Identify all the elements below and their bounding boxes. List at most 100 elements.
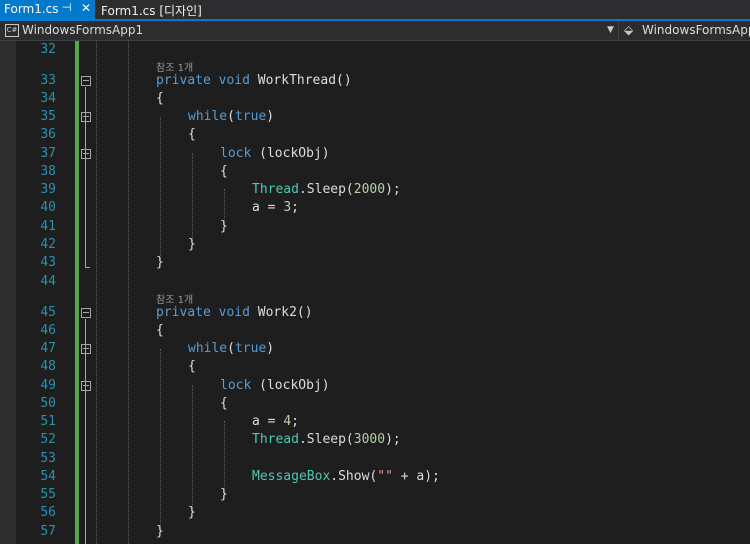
line-number: 45: [40, 305, 56, 320]
code-line: 40 a = 3;: [0, 199, 750, 217]
method-call: .Sleep(: [298, 182, 354, 197]
collapse-toggle[interactable]: [81, 76, 91, 86]
type-name: MessageBox: [252, 469, 331, 484]
pin-icon[interactable]: ⊣: [62, 1, 72, 14]
code-text: private void WorkThread(): [156, 72, 352, 90]
type-name: Thread: [252, 432, 299, 447]
line-number: 41: [40, 219, 56, 234]
code-line: 48 {: [0, 358, 750, 376]
code-editor[interactable]: 32 참조 1개 33 private void WorkThread() 34…: [0, 41, 750, 544]
code-line: 44: [0, 273, 750, 291]
punctuation: );: [385, 182, 401, 197]
keyword: true: [234, 109, 267, 124]
tab-form1-design[interactable]: Form1.cs [디자인]: [101, 2, 202, 19]
code-line: 43 }: [0, 254, 750, 272]
code-text: MessageBox.Show("" + a);: [252, 468, 440, 486]
collapse-toggle[interactable]: [81, 381, 91, 391]
line-number: 33: [40, 73, 56, 88]
line-number: 42: [40, 237, 56, 252]
code-line: 49 lock (lockObj): [0, 377, 750, 395]
punctuation: ): [266, 341, 275, 356]
assignment: a =: [252, 200, 284, 215]
line-number: 48: [40, 359, 56, 374]
line-number: 32: [40, 42, 56, 57]
code-text: }: [220, 487, 228, 502]
type-dropdown[interactable]: WindowsFormsApp1: [642, 23, 750, 37]
line-number: 47: [40, 341, 56, 356]
code-line: 39 Thread.Sleep(2000);: [0, 181, 750, 199]
code-text: {: [220, 396, 228, 411]
method-signature: Work2(): [249, 305, 313, 320]
keyword: lock: [220, 378, 252, 393]
lock-argument: (lockObj): [251, 146, 330, 161]
keyword: while: [188, 109, 228, 124]
punctuation: ;: [291, 200, 299, 215]
keyword: private: [156, 73, 211, 88]
code-text: Thread.Sleep(3000);: [252, 431, 401, 449]
code-line: 57 }: [0, 523, 750, 541]
code-text: }: [156, 255, 164, 270]
number-literal: 3000: [353, 432, 386, 447]
close-icon[interactable]: ✕: [81, 1, 91, 15]
code-line: 42 }: [0, 236, 750, 254]
line-number: 38: [40, 164, 56, 179]
code-text: {: [156, 323, 164, 338]
assignment: a =: [252, 414, 284, 429]
line-number: 44: [40, 274, 56, 289]
code-text: }: [156, 524, 164, 539]
navigation-bar: C# WindowsFormsApp1 ▼ ⬙ WindowsFormsApp1: [0, 21, 750, 41]
code-line: 55 }: [0, 486, 750, 504]
collapse-toggle[interactable]: [81, 344, 91, 354]
code-text: lock (lockObj): [220, 145, 330, 163]
line-number: 39: [40, 182, 56, 197]
code-text: {: [188, 359, 196, 374]
method-call: .Show(: [330, 469, 378, 484]
keyword: while: [188, 341, 228, 356]
line-number: 53: [40, 451, 56, 466]
code-line: 54 MessageBox.Show("" + a);: [0, 468, 750, 486]
code-line: 35 while(true): [0, 108, 750, 126]
code-text: private void Work2(): [156, 304, 313, 322]
project-dropdown[interactable]: C# WindowsFormsApp1 ▼: [0, 21, 619, 40]
punctuation: );: [385, 432, 401, 447]
class-icon: ⬙: [624, 23, 634, 37]
line-number: 43: [40, 255, 56, 270]
line-number: 49: [40, 378, 56, 393]
code-line: 38 {: [0, 163, 750, 181]
csharp-project-icon: C#: [5, 24, 19, 37]
number-literal: 3: [283, 200, 292, 215]
line-number: 35: [40, 109, 56, 124]
collapse-toggle[interactable]: [81, 149, 91, 159]
code-text: Thread.Sleep(2000);: [252, 181, 401, 199]
code-text: a = 3;: [252, 199, 299, 217]
code-text: lock (lockObj): [220, 377, 330, 395]
project-name: WindowsFormsApp1: [22, 23, 144, 37]
punctuation: ): [266, 109, 275, 124]
line-number: 50: [40, 396, 56, 411]
code-text: {: [156, 91, 164, 106]
code-text: a = 4;: [252, 413, 299, 431]
code-line: 47 while(true): [0, 340, 750, 358]
code-line: 41 }: [0, 218, 750, 236]
code-line: 37 lock (lockObj): [0, 145, 750, 163]
collapse-toggle[interactable]: [81, 112, 91, 122]
code-line: 33 private void WorkThread(): [0, 72, 750, 90]
code-line: 46 {: [0, 322, 750, 340]
method-call: .Sleep(: [298, 432, 354, 447]
code-text: while(true): [188, 340, 274, 358]
line-number: 46: [40, 323, 56, 338]
tab-form1-cs[interactable]: Form1.cs ⊣ ✕: [0, 0, 95, 20]
document-tab-bar: Form1.cs ⊣ ✕ Form1.cs [디자인]: [0, 0, 750, 21]
chevron-down-icon[interactable]: ▼: [607, 25, 614, 35]
punctuation: (: [227, 109, 235, 124]
line-number: 56: [40, 505, 56, 520]
code-line: 50 {: [0, 395, 750, 413]
keyword: void: [218, 73, 250, 88]
code-text: }: [188, 505, 196, 520]
line-number: 54: [40, 469, 56, 484]
code-text: }: [220, 219, 228, 234]
line-number: 40: [40, 200, 56, 215]
line-number: 52: [40, 432, 56, 447]
collapse-toggle[interactable]: [81, 308, 91, 318]
code-text: {: [220, 164, 228, 179]
